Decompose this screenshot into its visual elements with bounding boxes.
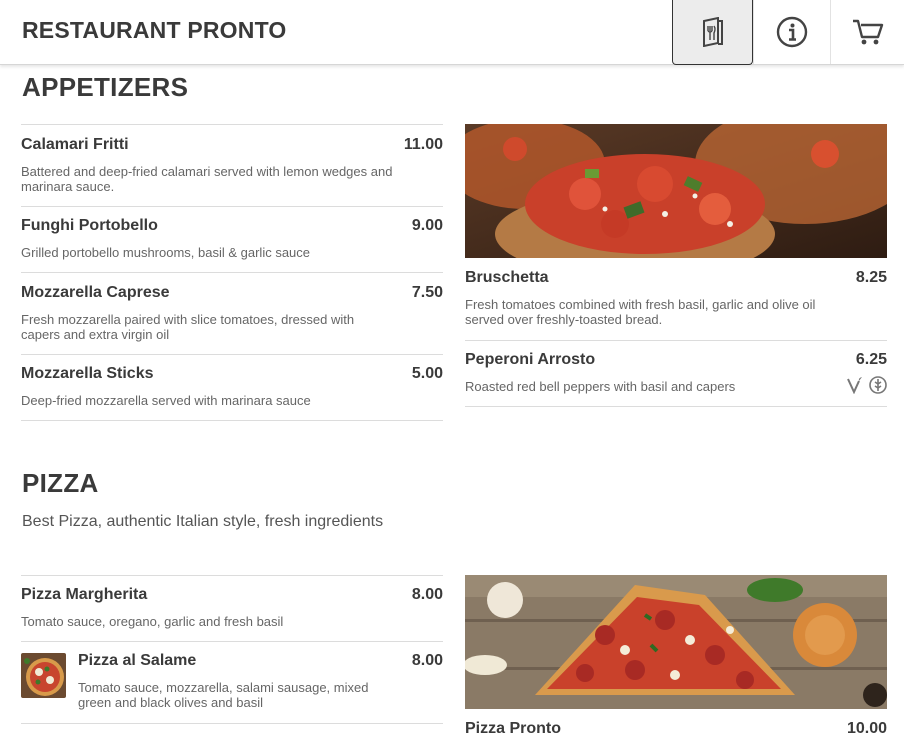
cart-icon [853,19,884,45]
menu-item[interactable]: Pizza Pronto 10.00 [465,709,887,734]
item-price: 9.00 [411,217,443,234]
dietary-badges [847,376,887,394]
item-price: 5.00 [411,365,443,382]
item-name: Calamari Fritti [21,136,129,153]
menu-book-icon [702,17,723,47]
item-name: Peperoni Arrosto [465,351,596,368]
menu-button[interactable] [672,0,753,65]
item-description: Fresh tomatoes combined with fresh basil… [465,297,816,327]
item-price: 7.50 [411,284,443,301]
item-price: 8.00 [411,652,443,669]
app-header: RESTAURANT PRONTO [0,0,904,65]
menu-item[interactable]: Funghi Portobello 9.00 Grilled portobell… [21,206,443,272]
cart-button[interactable] [832,0,904,64]
pizza-thumbnail[interactable] [21,653,66,698]
menu-item[interactable]: Mozzarella Sticks 5.00 Deep-fried mozzar… [21,354,443,420]
menu-item[interactable]: Calamari Fritti 11.00 Battered and deep-… [21,124,443,206]
item-price: 10.00 [846,720,887,734]
menu-item[interactable]: Bruschetta 8.25 Fresh tomatoes combined … [465,258,887,340]
list-divider [465,406,887,407]
menu-item[interactable]: Mozzarella Caprese 7.50 Fresh mozzarella… [21,272,443,354]
item-name: Pizza al Salame [78,652,197,669]
item-name: Mozzarella Sticks [21,365,154,382]
menu-item[interactable]: Pizza Margherita 8.00 Tomato sauce, oreg… [21,575,443,641]
item-name: Pizza Margherita [21,586,148,603]
appetizers-left-list: Calamari Fritti 11.00 Battered and deep-… [21,124,443,421]
item-name: Mozzarella Caprese [21,284,170,301]
gluten-free-icon [869,376,887,394]
list-divider [21,420,443,421]
item-description: Roasted red bell peppers with basil and … [465,379,736,394]
menu-item[interactable]: Peperoni Arrosto 6.25 Roasted red bell p… [465,340,887,406]
item-description: Tomato sauce, mozzarella, salami sausage… [78,680,369,710]
pizza-pronto-photo[interactable] [465,575,887,709]
item-price: 6.25 [855,351,887,368]
list-divider [21,723,443,724]
item-description: Deep-fried mozzarella served with marina… [21,393,311,408]
item-name: Funghi Portobello [21,217,158,234]
item-description: Tomato sauce, oregano, garlic and fresh … [21,614,284,629]
item-name: Pizza Pronto [465,720,562,734]
item-price: 11.00 [403,136,443,153]
info-button[interactable] [753,0,831,64]
info-icon [776,16,808,48]
vegan-icon [847,377,862,394]
pizza-heading: PIZZA [22,468,99,498]
item-price: 8.00 [411,586,443,603]
pizza-left-list: Pizza Margherita 8.00 Tomato sauce, oreg… [21,575,443,724]
item-description: Grilled portobello mushrooms, basil & ga… [21,245,311,260]
pizza-section-description: Best Pizza, authentic Italian style, fre… [22,513,384,530]
item-name: Bruschetta [465,269,549,286]
item-description: Battered and deep-fried calamari served … [21,164,393,194]
restaurant-title: RESTAURANT PRONTO [22,17,287,43]
item-price: 8.25 [855,269,887,286]
item-description: Fresh mozzarella paired with slice tomat… [21,312,355,342]
appetizers-heading: APPETIZERS [22,72,189,102]
menu-item[interactable]: Pizza al Salame 8.00 Tomato sauce, mozza… [21,641,443,723]
bruschetta-photo[interactable] [465,124,887,258]
